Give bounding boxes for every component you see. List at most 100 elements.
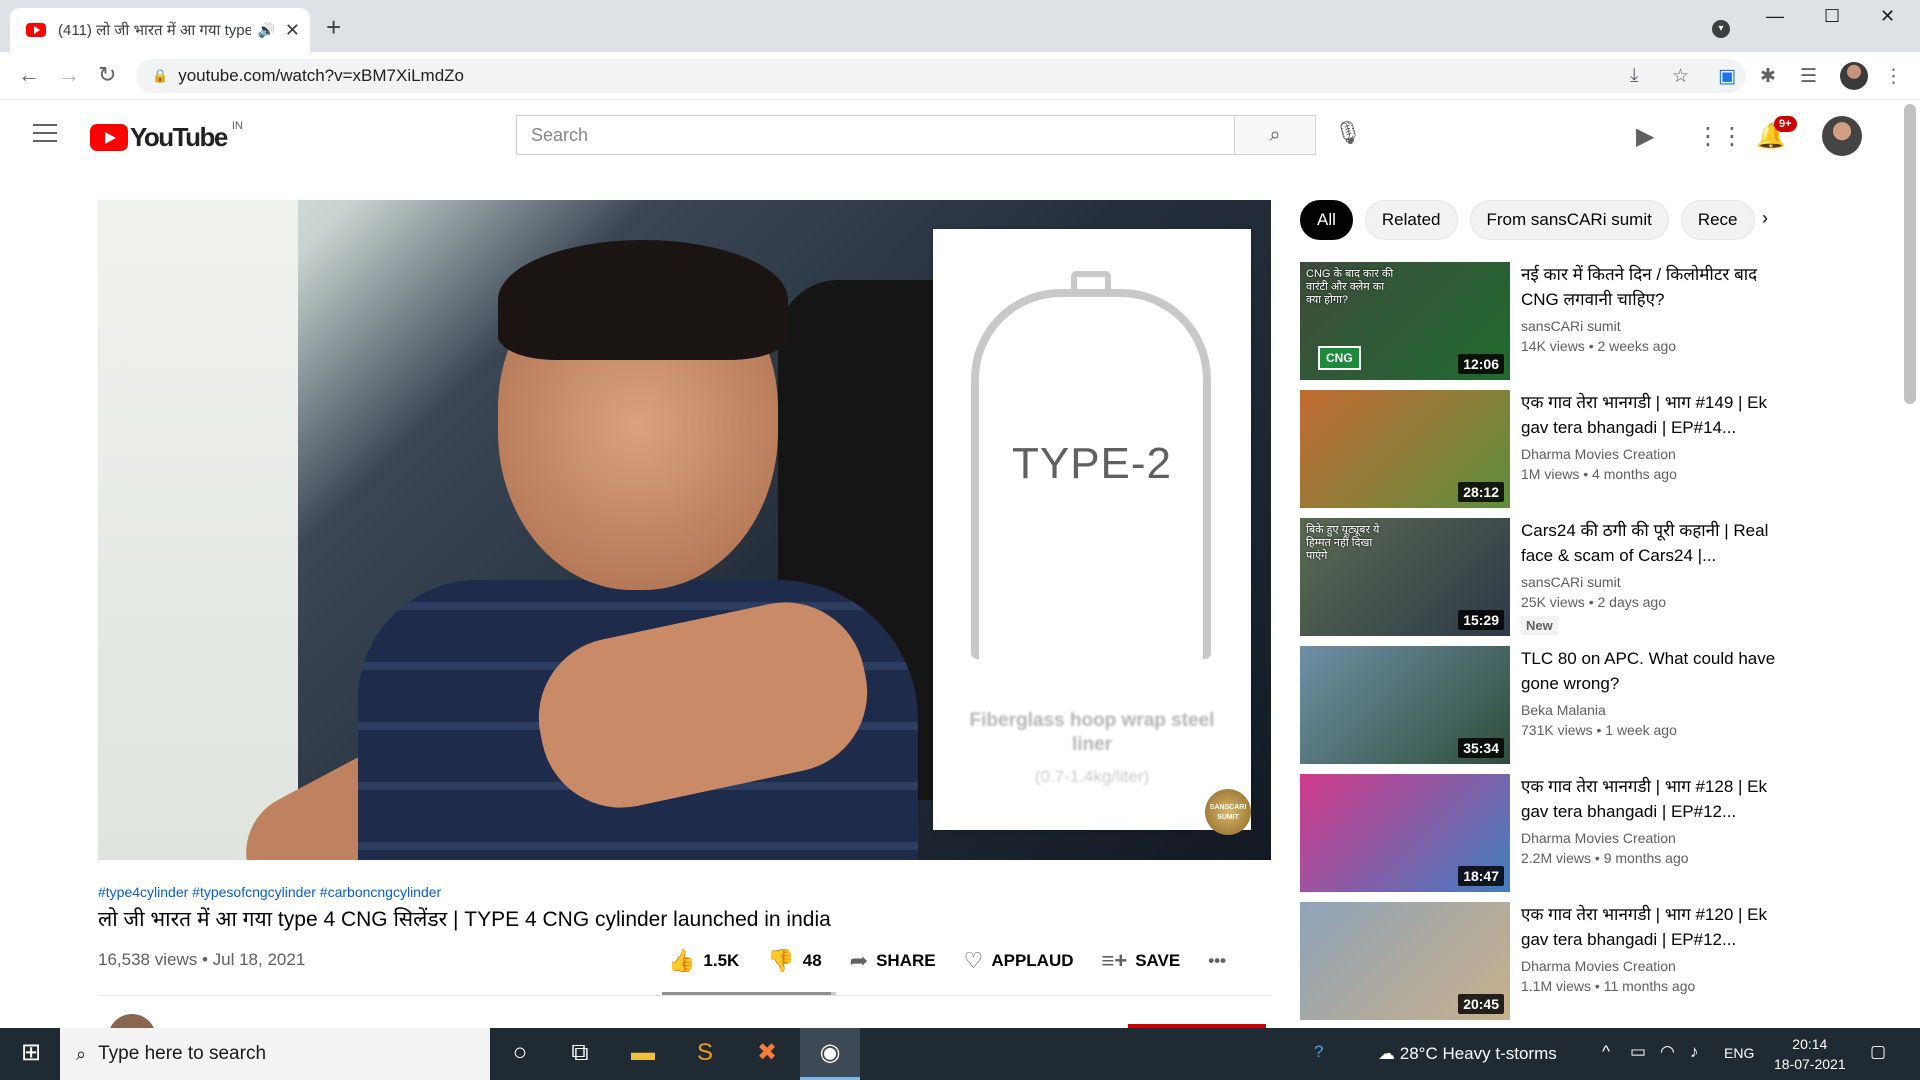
weather-widget[interactable]: ☁ 28°C Heavy t-storms bbox=[1378, 1044, 1557, 1064]
recommendation-channel[interactable]: Dharma Movies Creation bbox=[1521, 830, 1777, 846]
chrome-taskbar-button[interactable]: ◉ bbox=[800, 1028, 860, 1080]
create-video-icon[interactable]: ▶︎ bbox=[1636, 122, 1654, 151]
video-duration: 20:45 bbox=[1458, 994, 1504, 1014]
language-indicator[interactable]: ENG bbox=[1724, 1045, 1754, 1061]
video-meta: 16,538 views • Jul 18, 2021 bbox=[98, 950, 306, 969]
browser-profile-avatar[interactable] bbox=[1840, 62, 1868, 90]
account-avatar[interactable] bbox=[1822, 116, 1862, 156]
thumbnail-overlay-text: CNG के बाद कार की वारंटी और क्लेम का क्य… bbox=[1306, 268, 1394, 306]
recommendation-title[interactable]: TLC 80 on APC. What could have gone wron… bbox=[1521, 646, 1777, 696]
video-player[interactable]: TYPE-2 Fiberglass hoop wrap steel liner … bbox=[98, 200, 1271, 860]
recommendation-item[interactable]: 20:45 एक गाव तेरा भानगडी | भाग #120 | Ek … bbox=[1300, 902, 1780, 1030]
video-actions: 👍 1.5K 👎 48 ➦ SHARE ♡ APPLAUD ≡+ SAVE ••• bbox=[668, 948, 1254, 974]
apps-grid-icon[interactable]: ⋮⋮ bbox=[1696, 122, 1744, 151]
recommendation-channel[interactable]: Dharma Movies Creation bbox=[1521, 446, 1777, 462]
recommendation-title[interactable]: Cars24 की ठगी की पूरी कहानी | Real face … bbox=[1521, 518, 1777, 568]
system-clock[interactable]: 20:14 18-07-2021 bbox=[1774, 1034, 1846, 1074]
extension-icon[interactable]: ▣ bbox=[1718, 65, 1736, 88]
sublime-text-icon[interactable]: S bbox=[690, 1038, 720, 1068]
recommendation-channel[interactable]: Dharma Movies Creation bbox=[1521, 958, 1777, 974]
chip-1[interactable]: Related bbox=[1364, 200, 1458, 240]
youtube-play-icon bbox=[90, 124, 128, 151]
recommendation-title[interactable]: नई कार में कितने दिन / किलोमीटर बाद CNG … bbox=[1521, 262, 1777, 312]
battery-icon[interactable]: ▭ bbox=[1630, 1042, 1646, 1062]
new-tab-button[interactable]: + bbox=[326, 12, 341, 43]
clock-date: 18-07-2021 bbox=[1774, 1056, 1846, 1072]
share-button[interactable]: ➦ SHARE bbox=[850, 948, 936, 974]
recommendation-channel[interactable]: Beka Malania bbox=[1521, 702, 1777, 718]
browser-toolbar: ← → ↻ 🔒 youtube.com/watch?v=xBM7XiLmdZo … bbox=[0, 52, 1920, 100]
video-thumbnail[interactable]: 20:45 bbox=[1300, 902, 1510, 1020]
recommendation-title[interactable]: एक गाव तेरा भानगडी | भाग #149 | Ek gav t… bbox=[1521, 390, 1777, 440]
bookmark-star-icon[interactable]: ☆ bbox=[1672, 65, 1689, 88]
save-button[interactable]: ≡+ SAVE bbox=[1102, 948, 1181, 974]
video-thumbnail[interactable]: बिके हुए यूट्यूबर ये हिम्मत नहीं दिखा पा… bbox=[1300, 518, 1510, 636]
task-view-icon[interactable]: ⧉ bbox=[565, 1038, 595, 1068]
recommendation-title[interactable]: एक गाव तेरा भानगडी | भाग #120 | Ek gav t… bbox=[1521, 902, 1777, 952]
taskbar-search[interactable]: ⌕ Type here to search bbox=[60, 1028, 490, 1080]
recommendation-info: Cars24 की ठगी की पूरी कहानी | Real face … bbox=[1521, 518, 1777, 635]
recommendation-item[interactable]: 18:47 एक गाव तेरा भानगडी | भाग #128 | Ek … bbox=[1300, 774, 1780, 902]
recommendation-item[interactable]: CNG के बाद कार की वारंटी और क्लेम का क्य… bbox=[1300, 262, 1780, 390]
reload-icon[interactable]: ↻ bbox=[98, 62, 116, 88]
cortana-icon[interactable]: ○ bbox=[505, 1038, 535, 1068]
recommendation-item[interactable]: 35:34 TLC 80 on APC. What could have gone… bbox=[1300, 646, 1780, 774]
more-actions-button[interactable]: ••• bbox=[1208, 951, 1226, 971]
recommendation-title[interactable]: एक गाव तेरा भानगडी | भाग #128 | Ek gav t… bbox=[1521, 774, 1777, 824]
volume-icon[interactable]: ♪ bbox=[1690, 1042, 1699, 1062]
chips-next-arrow-icon[interactable]: › bbox=[1762, 208, 1768, 229]
install-app-icon[interactable]: ⤓ bbox=[1630, 65, 1638, 87]
recommendation-item[interactable]: बिके हुए यूट्यूबर ये हिम्मत नहीं दिखा पा… bbox=[1300, 518, 1780, 646]
video-thumbnail[interactable]: 28:12 bbox=[1300, 390, 1510, 508]
applaud-button[interactable]: ♡ APPLAUD bbox=[964, 948, 1074, 974]
extensions-puzzle-icon[interactable]: ✱ bbox=[1760, 65, 1776, 88]
chip-0[interactable]: All bbox=[1300, 200, 1353, 240]
taskbar-search-text: Type here to search bbox=[98, 1043, 267, 1064]
video-thumbnail[interactable]: CNG के बाद कार की वारंटी और क्लेम का क्य… bbox=[1300, 262, 1510, 380]
recommendation-channel[interactable]: sansCARi sumit bbox=[1521, 574, 1777, 590]
search-input[interactable]: Search bbox=[516, 115, 1236, 155]
more-icon: ••• bbox=[1208, 951, 1227, 970]
recommendation-item[interactable]: 28:12 एक गाव तेरा भानगडी | भाग #149 | Ek … bbox=[1300, 390, 1780, 518]
file-explorer-icon[interactable]: ▬ bbox=[628, 1038, 658, 1068]
maximize-button[interactable]: ☐ bbox=[1824, 6, 1840, 27]
reading-list-icon[interactable]: ☰ bbox=[1800, 65, 1817, 88]
recommendations-list: CNG के बाद कार की वारंटी और क्लेम का क्य… bbox=[1300, 262, 1780, 1030]
cylinder-density: (0.7-1.4kg/liter) bbox=[1034, 767, 1150, 786]
show-hidden-icons-icon[interactable]: ^ bbox=[1602, 1042, 1610, 1062]
xampp-icon[interactable]: ✖ bbox=[752, 1038, 782, 1068]
notifications-center-icon[interactable]: ▢ bbox=[1870, 1042, 1886, 1062]
back-icon[interactable]: ← bbox=[18, 62, 40, 88]
video-thumbnail[interactable]: 35:34 bbox=[1300, 646, 1510, 764]
video-thumbnail[interactable]: 18:47 bbox=[1300, 774, 1510, 892]
speaker-icon[interactable]: 🔊 bbox=[257, 22, 274, 39]
windows-start-icon[interactable]: ⊞ bbox=[16, 1038, 46, 1068]
browser-tab[interactable]: (411) लो जी भारत में आ गया type 4 CNG सि… bbox=[10, 8, 310, 52]
weather-icon: ☁ bbox=[1378, 1044, 1400, 1063]
like-button[interactable]: 👍 1.5K bbox=[668, 948, 739, 974]
chip-3[interactable]: Rece bbox=[1680, 200, 1755, 240]
chip-2[interactable]: From sansCARi sumit bbox=[1469, 200, 1669, 240]
video-hashtags[interactable]: #type4cylinder #typesofcngcylinder #carb… bbox=[98, 884, 441, 900]
chrome-icon: ◉ bbox=[819, 1039, 841, 1066]
microphone-icon[interactable]: 🎙 bbox=[1334, 120, 1362, 146]
video-duration: 18:47 bbox=[1458, 866, 1504, 886]
search-button[interactable]: ⌕ bbox=[1234, 115, 1316, 155]
help-icon[interactable]: ? bbox=[1314, 1042, 1323, 1062]
menu-icon[interactable] bbox=[33, 124, 57, 142]
address-bar[interactable]: 🔒 youtube.com/watch?v=xBM7XiLmdZo bbox=[136, 59, 1746, 93]
dislike-button[interactable]: 👎 48 bbox=[767, 948, 821, 974]
page-scrollbar[interactable] bbox=[1904, 104, 1916, 404]
recommendation-channel[interactable]: sansCARi sumit bbox=[1521, 318, 1777, 334]
tab-search-icon[interactable]: ▾ bbox=[1712, 20, 1730, 38]
window-close-button[interactable]: ✕ bbox=[1880, 6, 1895, 27]
youtube-logo[interactable]: YouTube IN bbox=[90, 119, 243, 153]
video-duration: 35:34 bbox=[1458, 738, 1504, 758]
country-code: IN bbox=[231, 119, 243, 132]
minimize-button[interactable]: — bbox=[1766, 6, 1784, 27]
chrome-menu-icon[interactable]: ⋮ bbox=[1884, 65, 1903, 88]
wifi-icon[interactable]: ◠ bbox=[1660, 1042, 1675, 1062]
close-tab-icon[interactable]: ✕ bbox=[285, 20, 300, 41]
video-duration: 15:29 bbox=[1458, 610, 1504, 630]
forward-icon[interactable]: → bbox=[58, 62, 80, 88]
